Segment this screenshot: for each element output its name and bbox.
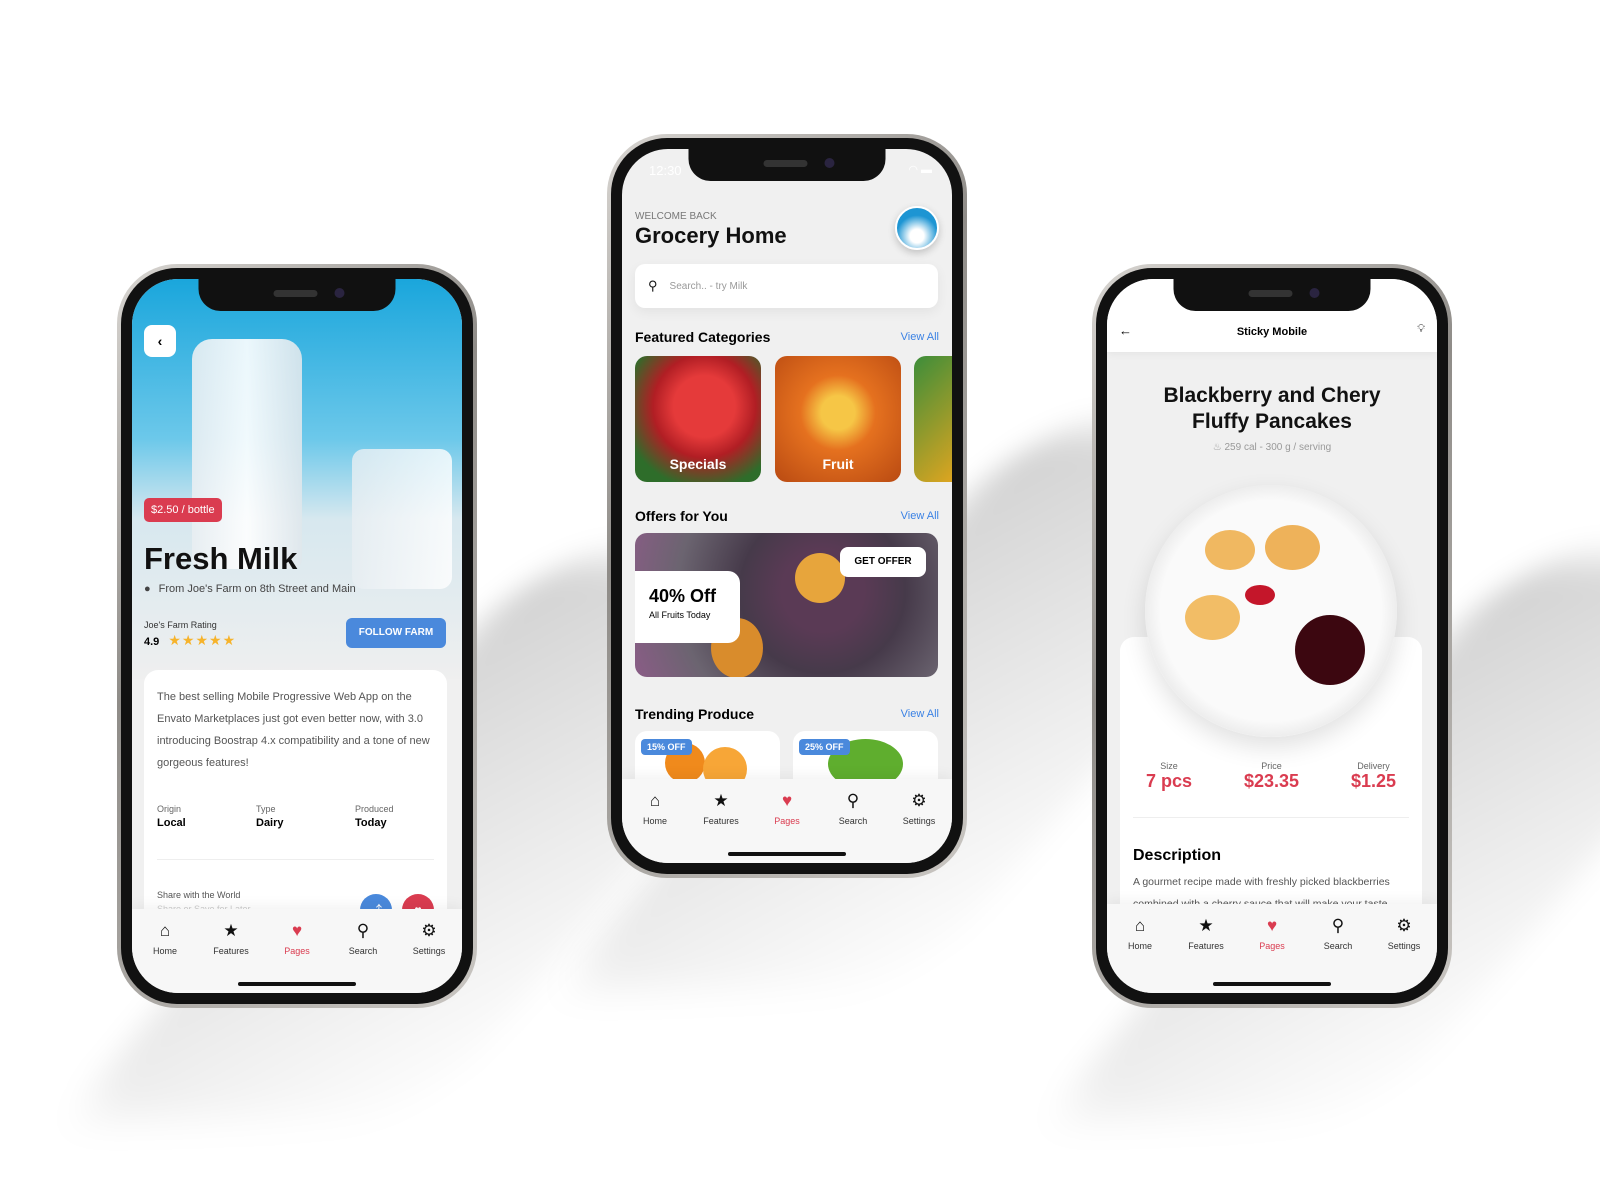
gear-icon: ⚙ xyxy=(1396,916,1412,935)
screen-fresh-milk: ‹ $2.50 / bottle Fresh Milk ● From Joe's … xyxy=(132,279,462,993)
status-time: 12:30 xyxy=(649,163,682,178)
status-icons: ◠ ▬ xyxy=(908,164,932,176)
follow-farm-button[interactable]: FOLLOW FARM xyxy=(346,618,446,648)
header-title: Sticky Mobile xyxy=(1236,326,1308,338)
search-icon: ⚲ xyxy=(356,921,370,940)
category-card-specials[interactable]: Specials xyxy=(635,356,761,482)
flame-icon: ♨ xyxy=(1212,442,1222,453)
recipe-stats: Size 7 pcs Price $23.35 Delivery $1.25 xyxy=(1120,761,1422,792)
fact-produced: Produced Today xyxy=(355,804,394,829)
home-icon: ⌂ xyxy=(159,921,171,940)
back-button[interactable]: ‹ xyxy=(144,325,176,357)
phone-right: ← Sticky Mobile 💡︎ Blackberry and Chery F… xyxy=(1092,264,1452,1008)
gear-icon: ⚙ xyxy=(911,791,927,810)
section-offers: Offers for You xyxy=(635,508,728,524)
star-icon: ★ xyxy=(1198,916,1214,935)
offer-sub: All Fruits Today xyxy=(649,610,711,620)
search-input[interactable]: ⚲ Search.. - try Milk xyxy=(635,264,938,308)
bottom-nav: ⌂ Home ★ Features ♥ Pages ⚲ Search ⚙ Settings xyxy=(622,779,952,863)
home-icon: ⌂ xyxy=(1134,916,1146,935)
section-featured: Featured Categories xyxy=(635,329,771,345)
search-icon: ⚲ xyxy=(1331,916,1345,935)
star-icon: ★ xyxy=(713,791,729,810)
screen-recipe: ← Sticky Mobile 💡︎ Blackberry and Chery F… xyxy=(1107,279,1437,993)
share-label: Share with the World xyxy=(157,890,241,900)
rating-label: Joe's Farm Rating xyxy=(144,620,217,630)
welcome-label: WELCOME BACK xyxy=(635,211,717,222)
view-all-trending[interactable]: View All xyxy=(901,708,939,720)
category-card-partial[interactable] xyxy=(914,356,952,482)
heart-icon: ♥ xyxy=(781,791,793,810)
avatar[interactable] xyxy=(895,206,939,250)
fact-origin: Origin Local xyxy=(157,804,186,829)
nav-home[interactable]: ⌂ Home xyxy=(1110,916,1170,993)
home-indicator xyxy=(728,852,846,856)
gear-icon: ⚙ xyxy=(421,921,437,940)
view-all-offers[interactable]: View All xyxy=(901,510,939,522)
phone-center: 12:30 ◠ ▬ WELCOME BACK Grocery Home ⚲ Sea… xyxy=(607,134,967,878)
divider xyxy=(157,859,434,860)
stat-size: Size 7 pcs xyxy=(1145,761,1192,791)
stat-delivery: Delivery $1.25 xyxy=(1350,761,1397,791)
description-title: Description xyxy=(1133,847,1222,864)
view-all-featured[interactable]: View All xyxy=(901,331,939,343)
discount-badge: 15% OFF xyxy=(641,739,692,755)
product-title: Fresh Milk xyxy=(144,541,298,576)
home-icon: ⌂ xyxy=(649,791,661,810)
lightbulb-icon[interactable]: 💡︎ xyxy=(1417,323,1425,336)
search-icon: ⚲ xyxy=(846,791,860,810)
category-card-fruit[interactable]: Fruit xyxy=(775,356,901,482)
bottom-nav: ⌂ Home ★ Features ♥ Pages ⚲ Search ⚙ Settings xyxy=(1107,904,1437,993)
home-indicator xyxy=(1213,982,1331,986)
heart-icon: ♥ xyxy=(1266,916,1278,935)
nav-home[interactable]: ⌂ Home xyxy=(135,921,195,993)
offer-banner[interactable]: 40% Off All Fruits Today GET OFFER xyxy=(635,533,938,677)
star-icon: ★ xyxy=(223,921,239,940)
stat-price: Price $23.35 xyxy=(1243,761,1300,791)
nav-settings[interactable]: ⚙ Settings xyxy=(1374,916,1434,993)
nav-settings[interactable]: ⚙ Settings xyxy=(399,921,459,993)
home-indicator xyxy=(238,982,356,986)
location: ● From Joe's Farm on 8th Street and Main xyxy=(144,583,356,595)
fact-type: Type Dairy xyxy=(256,804,284,829)
offer-card: 40% Off All Fruits Today xyxy=(635,571,740,643)
rating: 4.9 ★★★★★ xyxy=(144,632,237,648)
divider xyxy=(1133,817,1409,818)
section-trending: Trending Produce xyxy=(635,706,755,722)
nav-home[interactable]: ⌂ Home xyxy=(625,791,685,863)
discount-badge: 25% OFF xyxy=(799,739,850,755)
map-pin-icon: ● xyxy=(144,583,151,595)
heart-icon: ♥ xyxy=(291,921,303,940)
page-title: Grocery Home xyxy=(635,223,787,248)
price-badge: $2.50 / bottle xyxy=(144,498,222,522)
pancake-plate-image xyxy=(1145,485,1397,737)
star-rating-icons: ★★★★★ xyxy=(168,632,237,648)
product-description: The best selling Mobile Progressive Web … xyxy=(157,691,430,769)
recipe-title: Blackberry and Chery Fluffy Pancakes xyxy=(1163,384,1381,433)
screen-grocery-home: 12:30 ◠ ▬ WELCOME BACK Grocery Home ⚲ Sea… xyxy=(622,149,952,863)
bottom-nav: ⌂ Home ★ Features ♥ Pages ⚲ Search ⚙ Settings xyxy=(132,909,462,993)
phone-left: ‹ $2.50 / bottle Fresh Milk ● From Joe's … xyxy=(117,264,477,1008)
offer-title: 40% Off xyxy=(649,586,717,606)
get-offer-button[interactable]: GET OFFER xyxy=(840,547,926,577)
search-icon: ⚲ xyxy=(648,278,658,293)
nav-settings[interactable]: ⚙ Settings xyxy=(889,791,949,863)
recipe-meta: ♨ 259 cal - 300 g / serving xyxy=(1212,442,1332,453)
